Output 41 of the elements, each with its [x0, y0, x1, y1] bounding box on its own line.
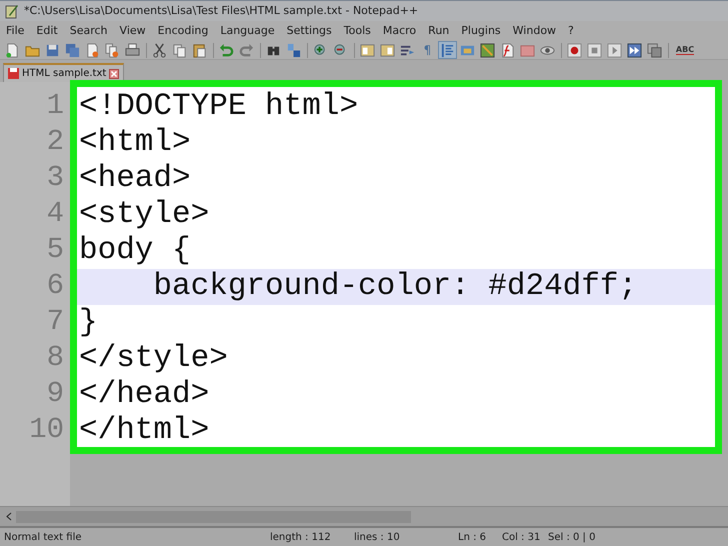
- line-number: 7: [46, 304, 65, 340]
- menu-item[interactable]: Run: [428, 22, 450, 40]
- cursor-line-text: Ln : 6: [457, 532, 486, 542]
- menu-item[interactable]: Macro: [382, 22, 416, 40]
- window-title: *C:\Users\Lisa\Documents\Lisa\Test Files\HTML sample.txt - Notepad++: [24, 2, 418, 19]
- menu-item[interactable]: Encoding: [158, 22, 208, 40]
- menu-item[interactable]: Tools: [344, 22, 371, 40]
- code-line: body {: [78, 233, 192, 269]
- menu-item[interactable]: ?: [568, 22, 574, 40]
- line-number: 9: [46, 376, 65, 412]
- line-number: 4: [46, 196, 65, 232]
- code-line: <html>: [78, 125, 192, 161]
- menu-item[interactable]: View: [120, 22, 146, 40]
- spellcheck-button[interactable]: ABC: [672, 41, 698, 59]
- line-number: 5: [46, 232, 65, 268]
- line-number: 2: [46, 124, 65, 160]
- line-number: 1: [46, 88, 65, 124]
- line-number: 8: [46, 340, 65, 376]
- code-line: <!DOCTYPE html>: [78, 89, 360, 125]
- code-line: <style>: [78, 197, 210, 233]
- line-number: 6: [46, 268, 65, 304]
- menu-item[interactable]: File: [6, 22, 24, 40]
- line-number: 3: [46, 160, 65, 196]
- menu-item[interactable]: Plugins: [461, 22, 501, 40]
- code-line: </html>: [78, 413, 210, 449]
- menu-item[interactable]: Edit: [36, 22, 58, 40]
- lines-text: lines : 10: [353, 532, 400, 542]
- length-text: length : 112: [269, 532, 331, 542]
- line-number: 10: [28, 412, 65, 448]
- code-line: <head>: [78, 161, 192, 197]
- code-line: </style>: [78, 341, 229, 377]
- file-tab[interactable]: HTML sample.txt: [3, 63, 124, 82]
- menu-item[interactable]: Language: [220, 22, 275, 40]
- code-line: }: [78, 305, 99, 341]
- menu-item[interactable]: Settings: [286, 22, 332, 40]
- code-line: </head>: [78, 377, 210, 413]
- menu-item[interactable]: Window: [512, 22, 556, 40]
- selection-text: Sel : 0 | 0: [547, 532, 596, 542]
- file-type-text: Normal text file: [3, 532, 82, 542]
- menu-item[interactable]: Search: [70, 22, 108, 40]
- cursor-column-text: Col : 31: [501, 532, 540, 542]
